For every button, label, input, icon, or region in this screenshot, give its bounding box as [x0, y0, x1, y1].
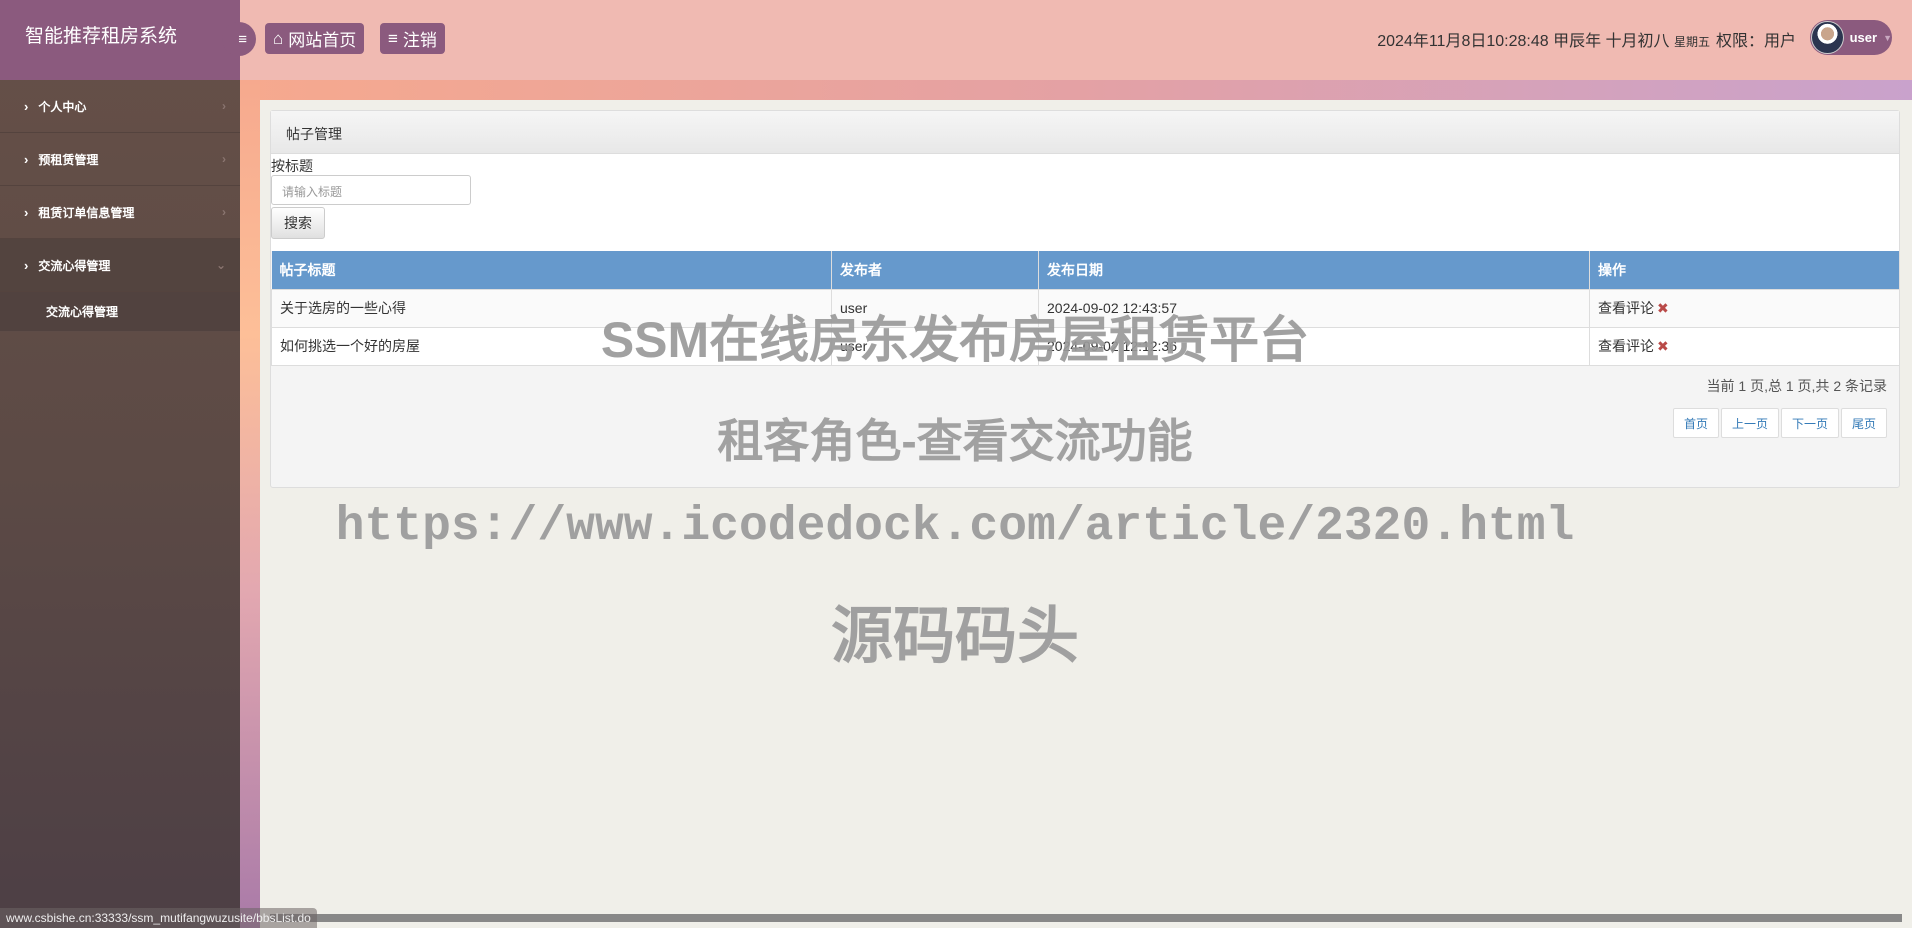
chevron-right-icon: › [24, 98, 29, 114]
column-header: 发布者 [831, 251, 1039, 289]
column-header: 操作 [1589, 251, 1900, 289]
user-menu[interactable]: user ▼ [1810, 20, 1892, 55]
last-page-button[interactable]: 尾页 [1840, 408, 1887, 438]
datetime-text: 2024年11月8日10:28:48 甲辰年 十月初八 [1377, 33, 1670, 50]
home-icon: ⌂ [273, 28, 284, 48]
title-search-input[interactable]: 请输入标题 [271, 175, 471, 205]
view-comments-link[interactable]: 查看评论 [1598, 300, 1654, 316]
horizontal-scrollbar[interactable] [270, 914, 1902, 922]
delete-icon[interactable]: ✖ [1657, 338, 1669, 354]
watermark-title: SSM在线房东发布房屋租赁平台 [600, 312, 1310, 368]
column-header: 发布日期 [1038, 251, 1590, 289]
next-page-button[interactable]: 下一页 [1780, 408, 1839, 438]
chevron-right-icon: › [24, 257, 29, 273]
chevron-right-icon: › [222, 152, 226, 166]
search-form: 按标题 请输入标题 搜索 [271, 154, 1899, 251]
sidebar: 智能推荐租房系统 › 个人中心 › › 预租赁管理 › › 租赁订单信息管理 › › 交流心得… [0, 0, 240, 928]
first-page-button[interactable]: 首页 [1672, 408, 1719, 438]
sidebar-item-label: 预租赁管理 [38, 152, 99, 167]
chevron-right-icon: › [222, 99, 226, 113]
sidebar-item-exchange[interactable]: › 交流心得管理 ⌄ [0, 239, 240, 292]
actions: 查看评论 ✖ [1589, 288, 1900, 328]
actions: 查看评论 ✖ [1589, 326, 1900, 366]
pagination: 首页 上一页 下一页 尾页 [1672, 408, 1887, 438]
panel-title: 帖子管理 [271, 111, 1899, 154]
sidebar-item-label: 个人中心 [38, 99, 87, 114]
chevron-right-icon: › [24, 151, 29, 167]
watermark-brand: 源码码头 [830, 602, 1080, 671]
logout-label: 注销 [402, 31, 437, 50]
column-header: 帖子标题 [271, 251, 832, 289]
app-title: 智能推荐租房系统 [0, 0, 240, 80]
caret-down-icon: ▼ [1883, 32, 1892, 43]
sidebar-item-rental-orders[interactable]: › 租赁订单信息管理 › [0, 186, 240, 239]
table-header: 帖子标题 发布者 发布日期 操作 [271, 251, 1900, 289]
username: user [1849, 30, 1878, 45]
sidebar-toggle-button[interactable]: ≡ [222, 22, 256, 56]
decor-strip [240, 80, 1912, 100]
sidebar-item-label: 租赁订单信息管理 [38, 205, 135, 220]
prev-page-button[interactable]: 上一页 [1720, 408, 1779, 438]
chevron-down-icon: ⌄ [215, 258, 226, 272]
datetime: 2024年11月8日10:28:48 甲辰年 十月初八 星期五 [1377, 27, 1710, 51]
permission-label: 权限：用户 [1715, 33, 1796, 50]
search-button[interactable]: 搜索 [271, 207, 325, 239]
chevron-right-icon: › [24, 204, 29, 220]
sidebar-item-pre-rental[interactable]: › 预租赁管理 › [0, 133, 240, 186]
logout-button[interactable]: ≡ 注销 [380, 23, 445, 54]
sidebar-subitem-exchange[interactable]: 交流心得管理 [0, 292, 240, 332]
home-label: 网站首页 [288, 31, 357, 50]
menu-icon: ≡ [238, 30, 247, 48]
delete-icon[interactable]: ✖ [1657, 300, 1669, 316]
watermark-url: https://www.icodedock.com/article/2320.h… [335, 500, 1575, 554]
chevron-right-icon: › [222, 205, 226, 219]
home-button[interactable]: ⌂ 网站首页 [265, 23, 365, 54]
sidebar-item-label: 交流心得管理 [38, 258, 111, 273]
view-comments-link[interactable]: 查看评论 [1598, 338, 1654, 354]
pagination-info: 当前 1 页,总 1 页,共 2 条记录 [1706, 378, 1887, 394]
weekday: 星期五 [1673, 35, 1710, 49]
avatar [1811, 21, 1844, 54]
status-bar-url: www.csbishe.cn:33333/ssm_mutifangwuzusit… [0, 908, 317, 928]
menu-icon: ≡ [388, 28, 398, 48]
sidebar-item-personal-center[interactable]: › 个人中心 › [0, 80, 240, 133]
decor-strip [240, 80, 260, 928]
search-label: 按标题 [271, 158, 313, 174]
top-header: ⌂ 网站首页 ≡ 注销 2024年11月8日10:28:48 甲辰年 十月初八 星期… [240, 0, 1912, 80]
watermark-subtitle: 租客角色-查看交流功能 [717, 415, 1193, 467]
